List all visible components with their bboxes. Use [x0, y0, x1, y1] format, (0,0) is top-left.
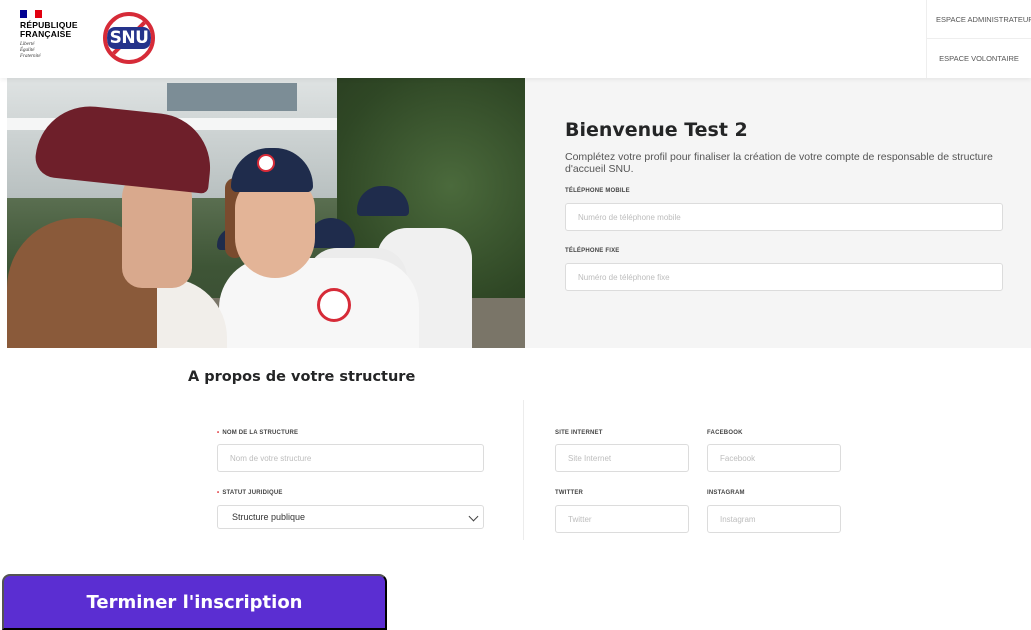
hero-photo	[7, 78, 525, 348]
nav-espace-administrateur[interactable]: ESPACE ADMINISTRATEUR	[927, 0, 1031, 39]
photo-window	[167, 83, 297, 111]
site-header: RÉPUBLIQUE FRANÇAISE Liberté Égalité Fra…	[0, 0, 1031, 78]
legal-status-select[interactable]: Structure publique	[217, 505, 484, 529]
column-divider	[523, 400, 524, 540]
structure-section-title: A propos de votre structure	[188, 369, 416, 385]
photo-person-2-face	[235, 178, 315, 278]
website-label: SITE INTERNET	[555, 430, 603, 436]
snu-logo-text: SNU	[107, 27, 151, 49]
required-marker: •	[217, 490, 220, 496]
mobile-phone-label: TÉLÉPHONE MOBILE	[565, 188, 630, 194]
photo-cap-badge	[257, 154, 275, 172]
welcome-subtitle: Complétez votre profil pour finaliser la…	[565, 151, 993, 175]
devise-fraternite: Fraternité	[20, 54, 41, 59]
legal-status-label-text: STATUT JURIDIQUE	[222, 490, 283, 496]
instagram-label: INSTAGRAM	[707, 490, 745, 496]
french-flag-icon	[20, 10, 42, 18]
welcome-title: Bienvenue Test 2	[565, 119, 748, 141]
snu-logo[interactable]: SNU	[103, 12, 155, 64]
nav-espace-volontaire[interactable]: ESPACE VOLONTAIRE	[927, 39, 1031, 78]
photo-shirt-logo	[317, 288, 351, 322]
twitter-label: TWITTER	[555, 490, 584, 496]
chevron-down-icon	[468, 511, 479, 522]
devise: Liberté Égalité Fraternité	[20, 42, 78, 60]
instagram-input[interactable]: Instagram	[707, 505, 841, 533]
finish-registration-button[interactable]: Terminer l'inscription	[2, 574, 387, 630]
fixed-phone-label: TÉLÉPHONE FIXE	[565, 248, 620, 254]
required-marker: •	[217, 430, 220, 436]
twitter-input[interactable]: Twitter	[555, 505, 689, 533]
legal-status-label: • STATUT JURIDIQUE	[217, 490, 283, 496]
fixed-phone-input[interactable]: Numéro de téléphone fixe	[565, 263, 1003, 291]
website-input[interactable]: Site Internet	[555, 444, 689, 472]
legal-status-value: Structure publique	[232, 512, 306, 522]
structure-name-input[interactable]: Nom de votre structure	[217, 444, 484, 472]
mobile-phone-input[interactable]: Numéro de téléphone mobile	[565, 203, 1003, 231]
structure-name-label: • NOM DE LA STRUCTURE	[217, 430, 298, 436]
welcome-panel: Bienvenue Test 2 Complétez votre profil …	[525, 78, 1031, 348]
structure-name-label-text: NOM DE LA STRUCTURE	[222, 430, 299, 436]
logo-line-2: FRANÇAISE	[20, 29, 72, 39]
republique-francaise-logo[interactable]: RÉPUBLIQUE FRANÇAISE Liberté Égalité Fra…	[20, 10, 78, 60]
facebook-input[interactable]: Facebook	[707, 444, 841, 472]
facebook-label: FACEBOOK	[707, 430, 743, 436]
header-nav: ESPACE ADMINISTRATEUR ESPACE VOLONTAIRE	[926, 0, 1031, 78]
